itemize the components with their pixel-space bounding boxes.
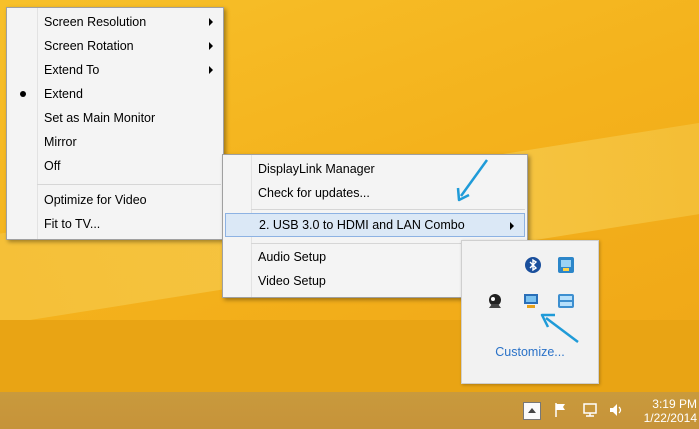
menu-item-mirror[interactable]: Mirror [7, 130, 223, 154]
menu-item-label: Check for updates... [258, 186, 370, 200]
storage-manager-icon[interactable] [557, 292, 575, 310]
radio-bullet-icon [20, 91, 26, 97]
menu-item-fit-to-tv[interactable]: Fit to TV... [7, 212, 223, 236]
menu-separator [37, 184, 221, 185]
menu-item-label: Audio Setup [258, 250, 327, 264]
menu-item-label: Extend To [44, 63, 100, 77]
bluetooth-icon[interactable] [524, 256, 542, 274]
submenu-arrow-icon [209, 18, 213, 26]
menu-item-extend[interactable]: Extend [7, 82, 223, 106]
customize-link[interactable]: Customize... [462, 345, 598, 359]
menu-item-label: Extend [44, 87, 83, 101]
network-icon[interactable] [581, 401, 599, 419]
menu-item-optimize-video[interactable]: Optimize for Video [7, 188, 223, 212]
menu-item-label: Screen Rotation [44, 39, 134, 53]
displaylink-context-menu: Screen Resolution Screen Rotation Extend… [6, 7, 224, 240]
app-tray-icon[interactable] [486, 292, 504, 310]
menu-item-extend-to[interactable]: Extend To [7, 58, 223, 82]
notification-overflow-panel: Customize... [461, 240, 599, 384]
menu-item-check-updates[interactable]: Check for updates... [223, 181, 527, 205]
clock-date: 1/22/2014 [643, 411, 697, 425]
menu-item-label: Optimize for Video [44, 193, 147, 207]
displaylink-icon[interactable] [522, 292, 540, 310]
submenu-arrow-icon [209, 66, 213, 74]
menu-item-label: Video Setup [258, 274, 326, 288]
clock-time: 3:19 PM [652, 397, 697, 411]
show-hidden-icons-button[interactable] [523, 402, 541, 420]
network-adapter-icon[interactable] [557, 256, 575, 274]
menu-item-label: DisplayLink Manager [258, 162, 375, 176]
menu-item-displaylink-manager[interactable]: DisplayLink Manager [223, 157, 527, 181]
volume-icon[interactable] [607, 401, 625, 419]
menu-item-label: Set as Main Monitor [44, 111, 156, 125]
menu-item-usb-hdmi-lan-combo[interactable]: 2. USB 3.0 to HDMI and LAN Combo [225, 213, 525, 237]
menu-item-off[interactable]: Off [7, 154, 223, 178]
menu-item-label: Mirror [44, 135, 77, 149]
submenu-arrow-icon [510, 222, 514, 230]
taskbar: 3:19 PM 1/22/2014 [0, 392, 699, 429]
menu-item-set-main-monitor[interactable]: Set as Main Monitor [7, 106, 223, 130]
menu-item-label: Screen Resolution [44, 15, 147, 29]
taskbar-clock[interactable]: 3:19 PM 1/22/2014 [635, 397, 699, 425]
menu-item-label: Fit to TV... [44, 217, 101, 231]
submenu-arrow-icon [209, 42, 213, 50]
menu-item-screen-rotation[interactable]: Screen Rotation [7, 34, 223, 58]
menu-item-label: 2. USB 3.0 to HDMI and LAN Combo [259, 218, 465, 232]
menu-separator [251, 209, 525, 210]
menu-item-label: Off [44, 159, 61, 173]
action-center-flag-icon[interactable] [552, 401, 570, 419]
menu-item-screen-resolution[interactable]: Screen Resolution [7, 10, 223, 34]
